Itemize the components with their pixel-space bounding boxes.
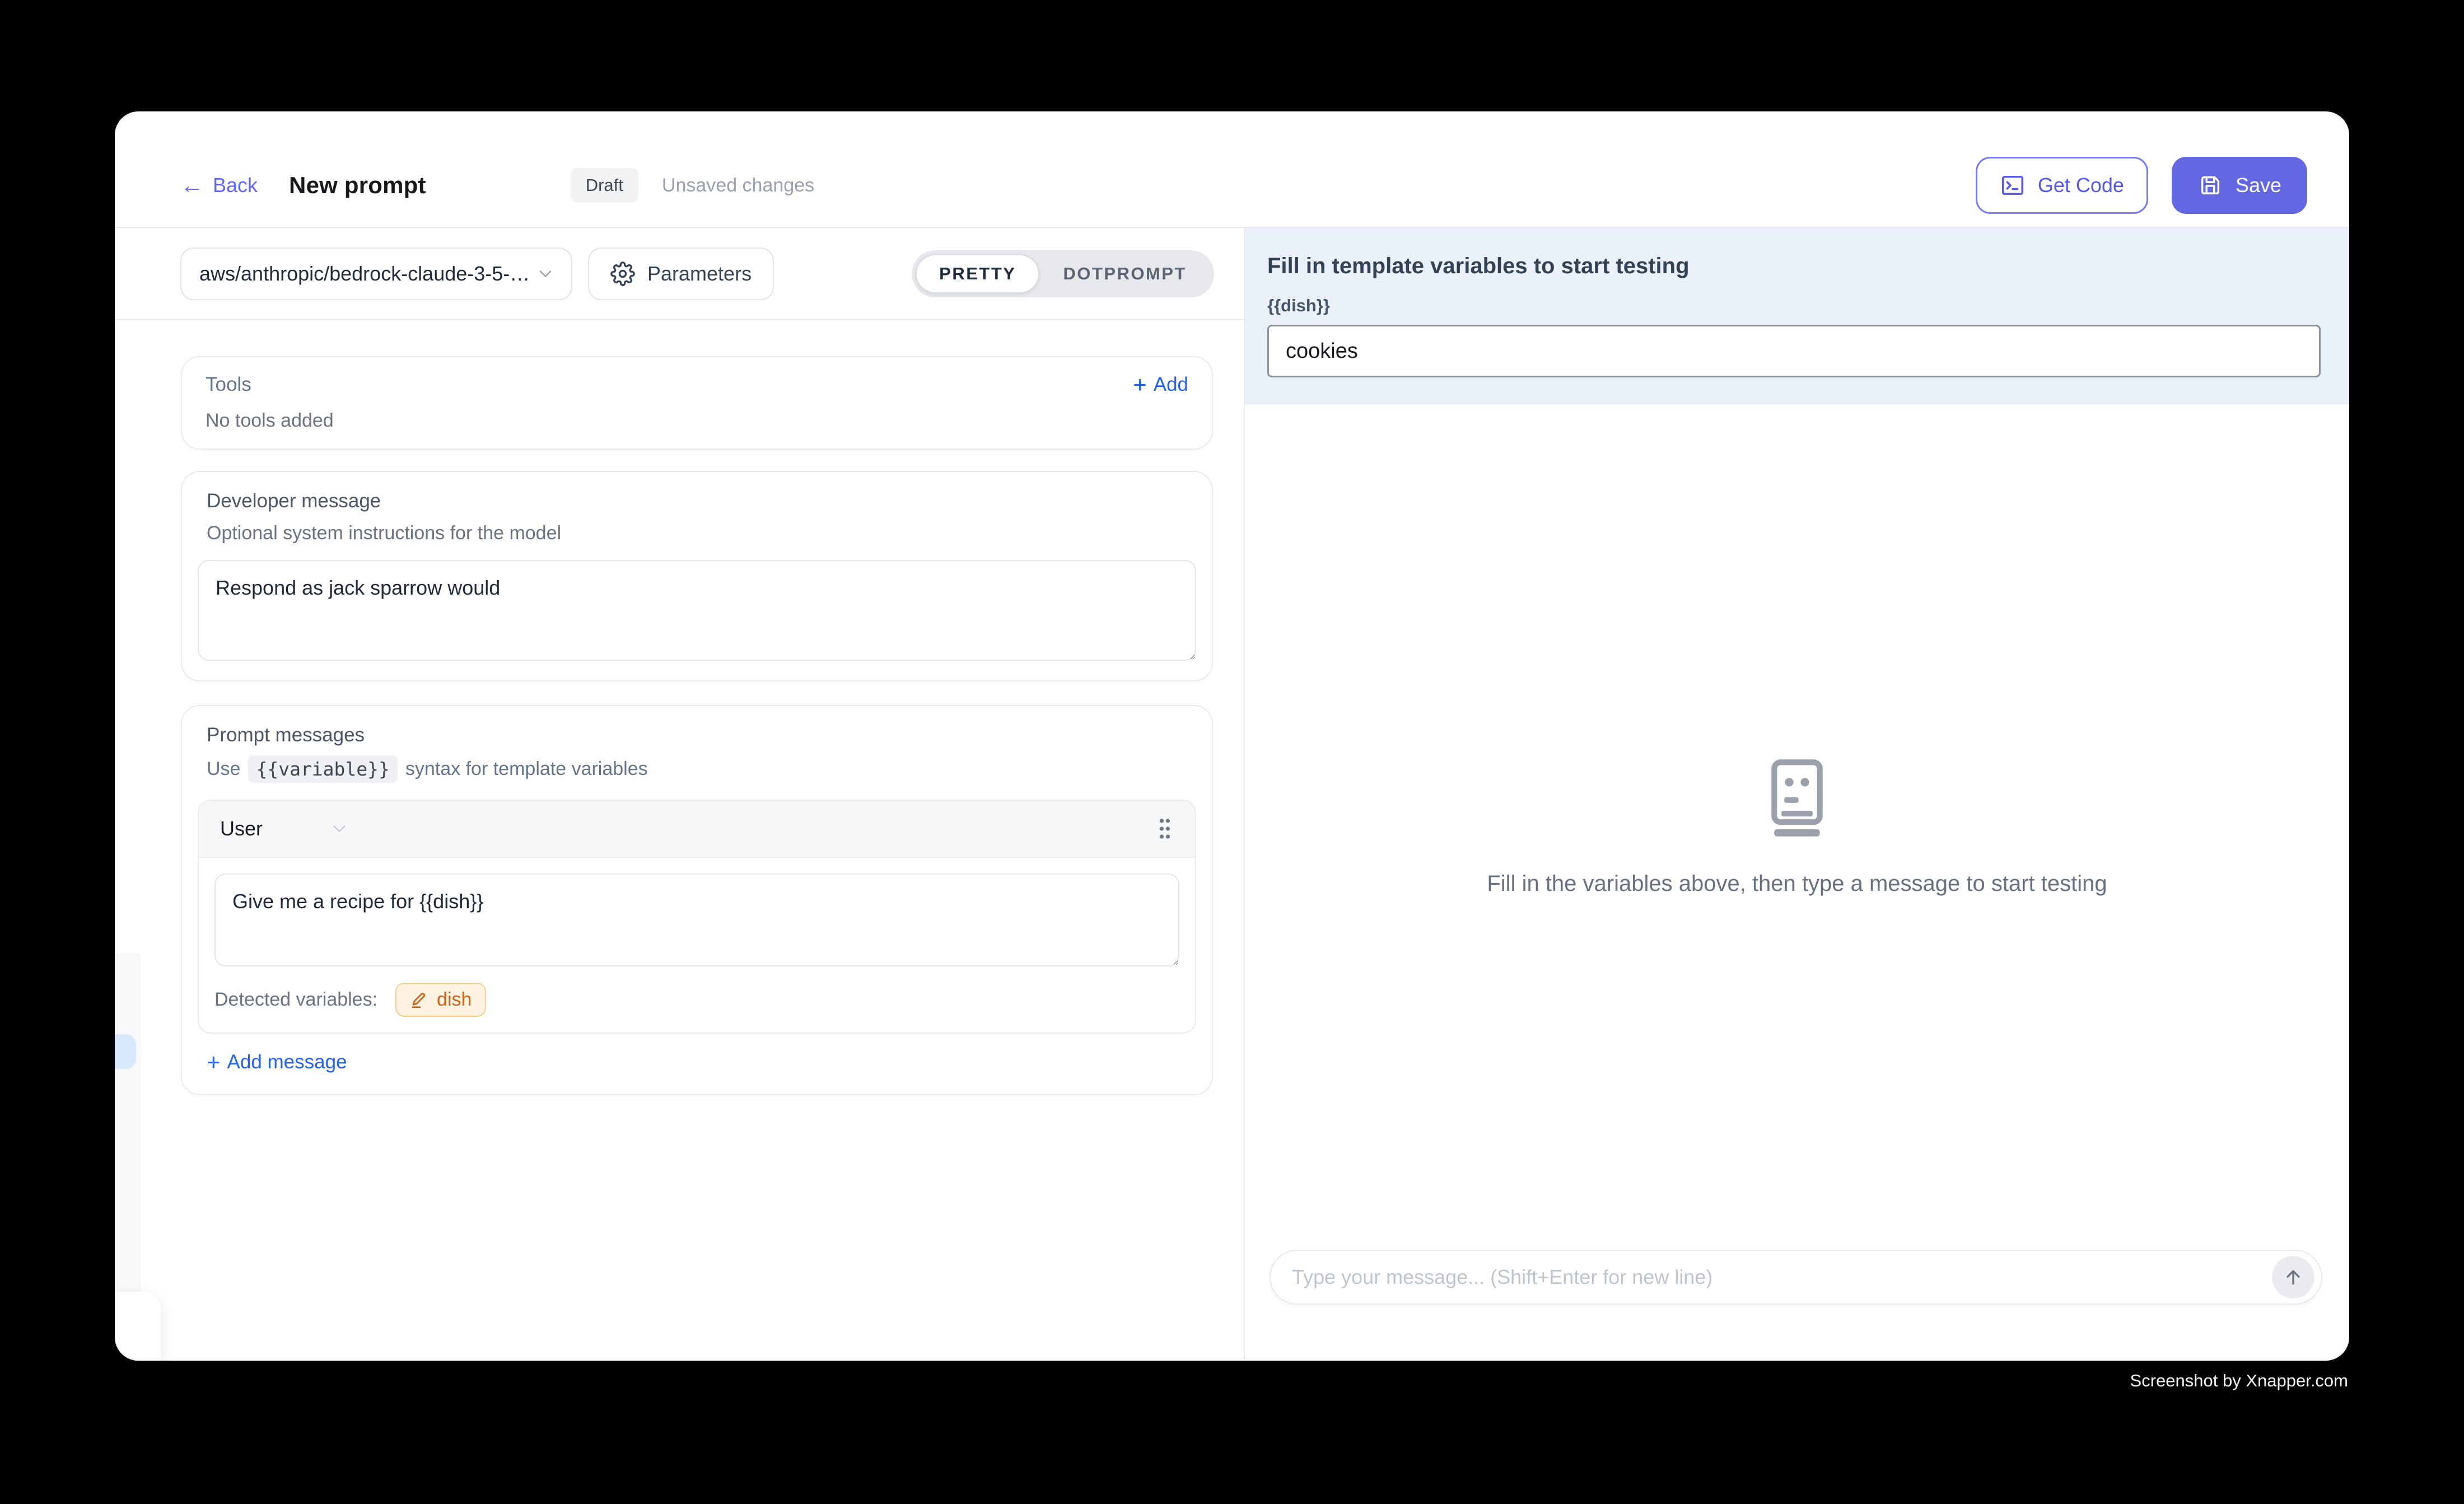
variable-dish-input[interactable] (1267, 325, 2321, 377)
screenshot-stage: ← Back New prompt Draft Unsaved changes … (0, 0, 2464, 1504)
detected-variables-row: Detected variables: dish (199, 969, 1195, 1033)
chevron-down-icon (329, 818, 350, 839)
variable-dish-label: {{dish}} (1267, 296, 2321, 316)
subtitle-suffix: syntax for template variables (405, 758, 648, 780)
developer-message-input[interactable]: Respond as jack sparrow would (198, 560, 1196, 661)
message-text-input[interactable]: Give me a recipe for {{dish}} (214, 874, 1179, 966)
background-popover-card (115, 1292, 161, 1361)
add-message-button[interactable]: + Add message (207, 1050, 347, 1074)
tools-card: Tools + Add No tools added (181, 356, 1213, 450)
back-arrow-icon: ← (180, 174, 204, 197)
back-button[interactable]: ← Back (180, 174, 258, 197)
drag-dots-icon (1156, 816, 1174, 841)
variable-chip-dish[interactable]: dish (395, 983, 486, 1017)
prompt-messages-title: Prompt messages (207, 724, 1196, 746)
prompt-messages-card: Prompt messages Use {{variable}} syntax … (181, 705, 1213, 1095)
variable-chip-label: dish (437, 989, 472, 1011)
plus-icon: + (207, 1050, 221, 1074)
editor-content: Tools + Add No tools added Developer mes… (115, 320, 1244, 1095)
model-selector[interactable]: aws/anthropic/bedrock-claude-3-5-s... (180, 247, 572, 300)
main-split: aws/anthropic/bedrock-claude-3-5-s... Pa… (115, 228, 2349, 1360)
app-window: ← Back New prompt Draft Unsaved changes … (115, 111, 2349, 1361)
prompt-editor-pane: aws/anthropic/bedrock-claude-3-5-s... Pa… (115, 228, 1245, 1360)
detected-variables-label: Detected variables: (214, 989, 377, 1011)
editor-toolbar: aws/anthropic/bedrock-claude-3-5-s... Pa… (115, 228, 1244, 320)
get-code-label: Get Code (2038, 174, 2124, 197)
gear-icon (610, 261, 635, 286)
toggle-option-dotprompt[interactable]: DOTPROMPT (1039, 254, 1210, 293)
tools-card-title: Tools (206, 373, 251, 396)
add-message-label: Add message (227, 1051, 347, 1073)
page-title: New prompt (289, 172, 426, 199)
variable-syntax-chip: {{variable}} (248, 755, 397, 783)
tools-empty-text: No tools added (206, 410, 1188, 432)
message-header: User (199, 801, 1195, 858)
message-role-value: User (220, 817, 263, 840)
variables-heading: Fill in template variables to start test… (1267, 254, 2321, 279)
test-pane: Fill in template variables to start test… (1245, 228, 2349, 1360)
terminal-icon (2000, 172, 2026, 198)
drag-handle[interactable] (1156, 816, 1174, 841)
status-badge: Draft (571, 168, 638, 203)
page-header: ← Back New prompt Draft Unsaved changes … (115, 111, 2349, 228)
pencil-icon (410, 991, 429, 1010)
template-variables-section: Fill in template variables to start test… (1245, 228, 2349, 404)
message-role-select[interactable]: User (220, 817, 350, 840)
parameters-button[interactable]: Parameters (588, 247, 774, 300)
watermark-text: Screenshot by Xnapper.com (2130, 1371, 2348, 1391)
save-floppy-icon (2197, 172, 2223, 198)
add-tool-button[interactable]: + Add (1133, 373, 1188, 396)
chat-empty-text: Fill in the variables above, then type a… (1487, 871, 2107, 896)
back-label: Back (213, 174, 258, 197)
model-selector-value: aws/anthropic/bedrock-claude-3-5-s... (199, 262, 535, 286)
unsaved-changes-text: Unsaved changes (662, 175, 814, 197)
developer-message-subtitle: Optional system instructions for the mod… (207, 522, 1196, 544)
chat-test-area: Fill in the variables above, then type a… (1245, 404, 2349, 1360)
chat-empty-state: Fill in the variables above, then type a… (1245, 757, 2349, 896)
prompt-messages-subtitle: Use {{variable}} syntax for template var… (207, 755, 1196, 783)
parameters-label: Parameters (647, 262, 752, 286)
subtitle-prefix: Use (207, 758, 240, 780)
format-toggle: PRETTY DOTPROMPT (912, 250, 1214, 297)
save-button[interactable]: Save (2172, 157, 2307, 214)
background-sidebar-active-item (115, 1034, 136, 1069)
chevron-down-icon (535, 264, 556, 284)
add-tool-label: Add (1154, 373, 1188, 396)
toggle-option-pretty[interactable]: PRETTY (916, 254, 1039, 293)
robot-face-icon (1766, 757, 1828, 839)
developer-message-title: Developer message (207, 490, 1196, 512)
developer-message-card: Developer message Optional system instru… (181, 471, 1213, 681)
background-sidebar-strip (115, 954, 141, 1292)
get-code-button[interactable]: Get Code (1976, 157, 2148, 214)
message-body: Give me a recipe for {{dish}} (199, 858, 1195, 969)
message-block: User (198, 800, 1196, 1034)
chat-message-input[interactable] (1271, 1251, 2272, 1304)
save-label: Save (2236, 174, 2281, 197)
send-message-button[interactable] (2272, 1256, 2314, 1299)
plus-icon: + (1133, 373, 1147, 396)
arrow-up-icon (2282, 1266, 2304, 1288)
chat-input-bar (1270, 1250, 2322, 1305)
